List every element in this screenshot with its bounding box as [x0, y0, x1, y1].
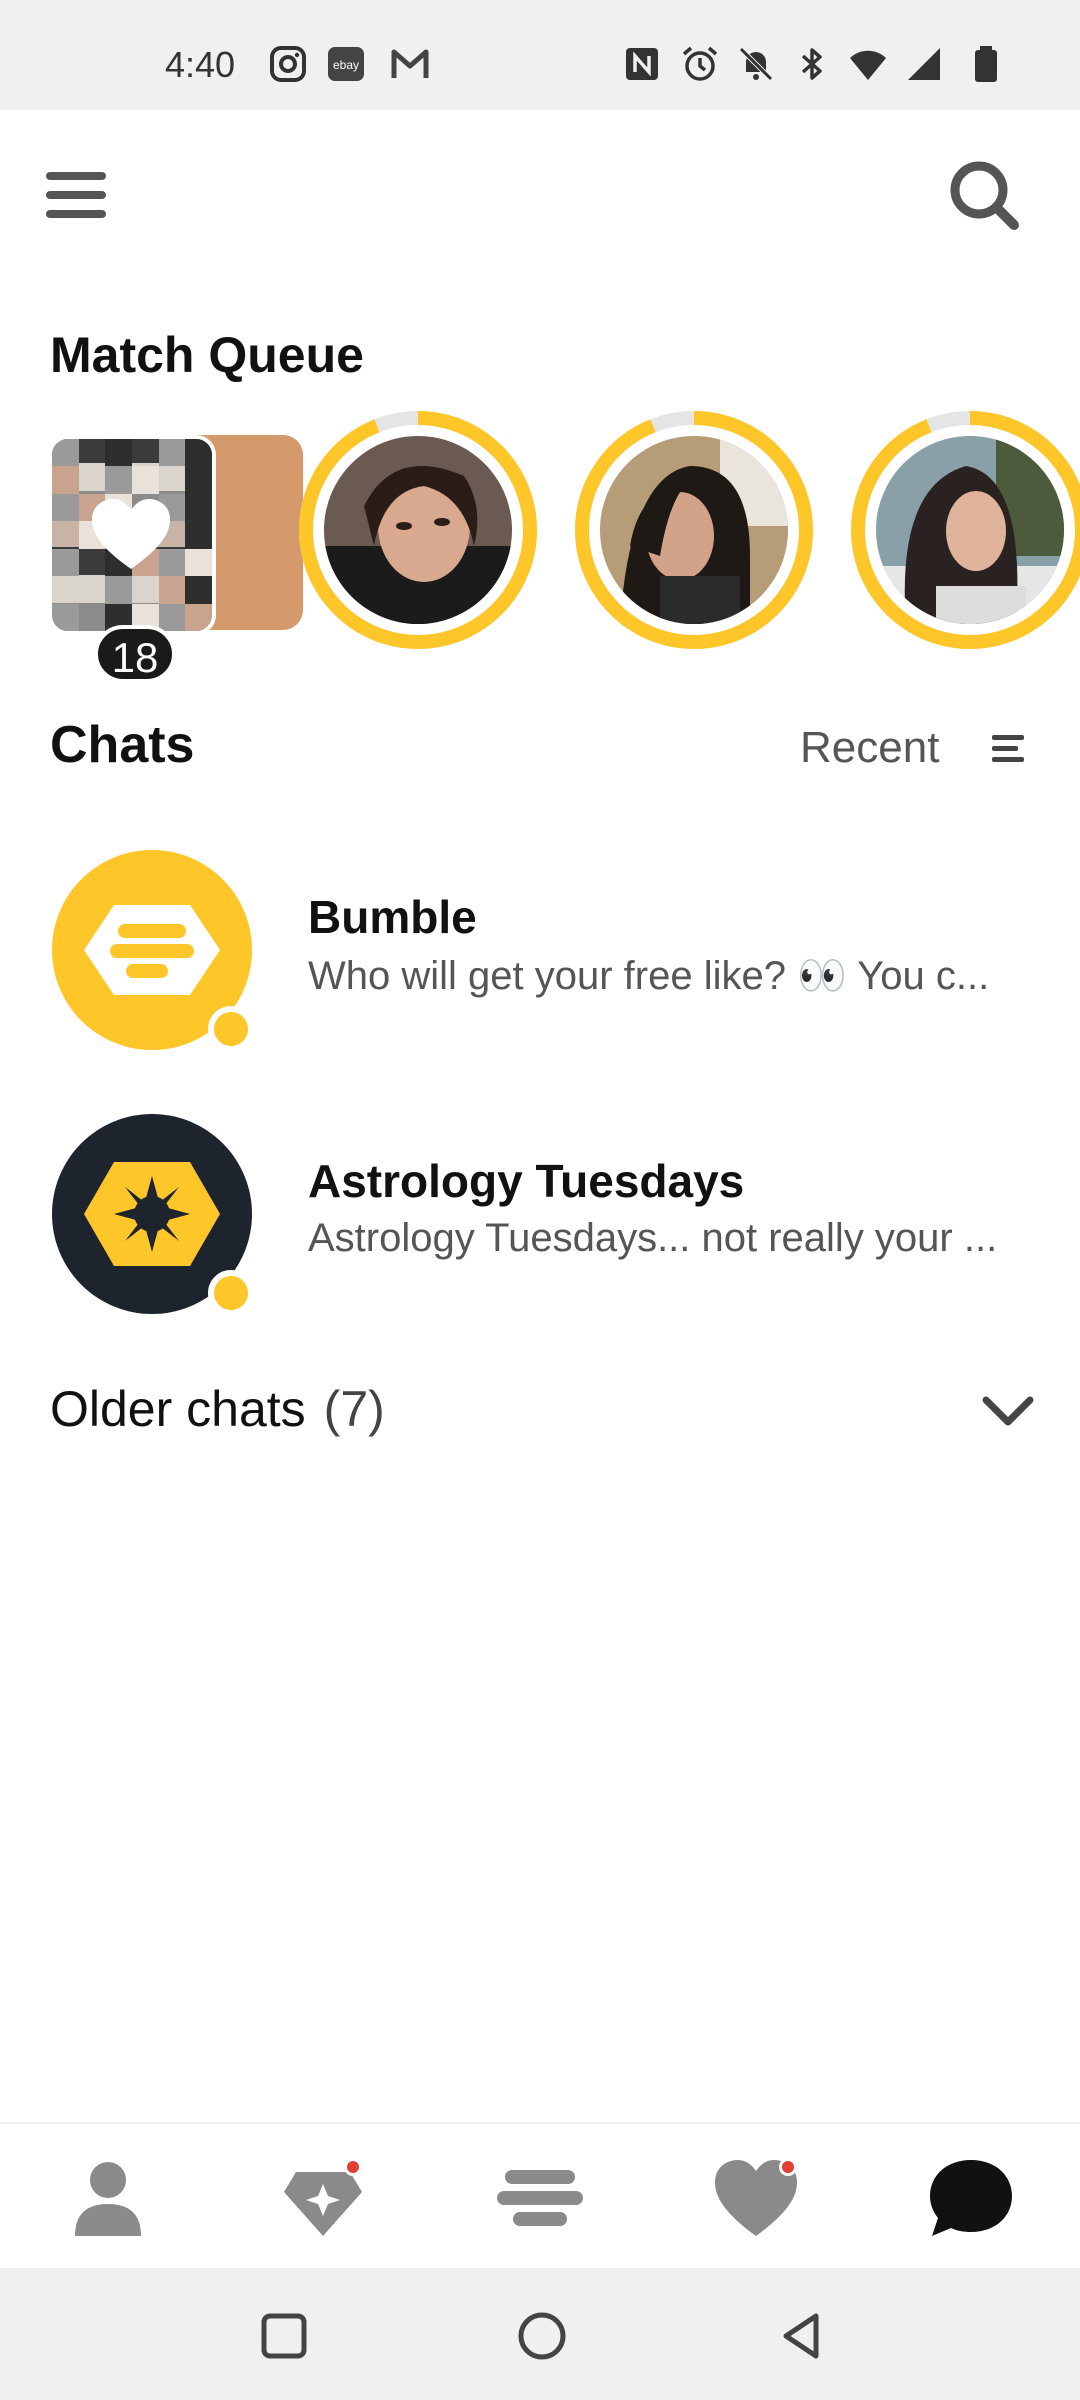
- match-photo: [600, 436, 788, 624]
- chat-name: Astrology Tuesdays: [308, 1155, 745, 1207]
- status-time: 4:40: [165, 44, 236, 85]
- alarm-icon: [680, 44, 720, 84]
- match-avatar[interactable]: [574, 410, 814, 650]
- wifi-icon: [848, 44, 888, 84]
- match-avatar[interactable]: [850, 410, 1080, 650]
- match-queue: 18: [0, 410, 1080, 683]
- nfc-icon: [622, 44, 662, 84]
- chat-item[interactable]: Bumble Who will get your free like? 👀 Yo…: [0, 830, 1080, 1052]
- ebay-icon: ebay: [326, 44, 366, 84]
- older-chats-label: Older chats: [50, 1381, 306, 1437]
- chats-title: Chats: [50, 716, 195, 774]
- likes-you-card[interactable]: 18: [48, 435, 303, 683]
- back-button[interactable]: [776, 2310, 828, 2362]
- chevron-down-icon[interactable]: [980, 1392, 1036, 1432]
- hamburger-menu-icon[interactable]: [40, 160, 116, 230]
- match-avatar[interactable]: [298, 410, 538, 650]
- premium-icon[interactable]: [278, 2156, 368, 2240]
- likes-count-badge: 18: [94, 625, 176, 683]
- unread-dot: [208, 1006, 254, 1052]
- bottom-navigation: [0, 2122, 1080, 2268]
- top-app-bar: [0, 110, 1080, 270]
- match-queue-title: Match Queue: [50, 327, 364, 383]
- chats-icon[interactable]: [926, 2156, 1016, 2240]
- status-bar: 4:40 ebay: [0, 0, 1080, 110]
- chat-avatar: [52, 850, 254, 1052]
- signal-icon: [904, 44, 944, 84]
- system-navigation-bar: [0, 2268, 1080, 2400]
- notifications-off-icon: [736, 44, 776, 84]
- sort-button[interactable]: Recent: [800, 723, 939, 773]
- liked-you-icon[interactable]: [711, 2156, 801, 2240]
- gmail-icon: [390, 44, 430, 84]
- older-chats-count: (7): [323, 1381, 385, 1437]
- home-button[interactable]: [516, 2310, 568, 2362]
- discover-icon[interactable]: [495, 2156, 585, 2240]
- older-chats-toggle[interactable]: Older chats (7): [0, 1370, 1080, 1450]
- recents-button[interactable]: [258, 2310, 310, 2362]
- search-icon[interactable]: [944, 155, 1024, 235]
- match-photo: [876, 436, 1064, 624]
- profile-icon[interactable]: [63, 2156, 153, 2240]
- chat-item[interactable]: Astrology Tuesdays Astrology Tuesdays...…: [0, 1094, 1080, 1316]
- svg-text:ebay: ebay: [333, 58, 359, 72]
- instagram-icon: [268, 44, 308, 84]
- chat-preview: Who will get your free like? 👀 You c...: [308, 954, 990, 998]
- notification-badge: [779, 2158, 797, 2176]
- battery-icon: [966, 44, 1006, 84]
- sort-icon[interactable]: [988, 729, 1028, 769]
- chat-preview: Astrology Tuesdays... not really your ..…: [308, 1216, 998, 1260]
- match-photo: [324, 436, 512, 624]
- chat-name: Bumble: [308, 891, 477, 943]
- chats-header: Chats Recent: [0, 705, 1080, 785]
- bluetooth-icon: [792, 44, 832, 84]
- chat-avatar: [52, 1114, 254, 1316]
- heart-icon: [90, 497, 172, 573]
- notification-badge: [344, 2158, 362, 2176]
- unread-dot: [208, 1270, 254, 1316]
